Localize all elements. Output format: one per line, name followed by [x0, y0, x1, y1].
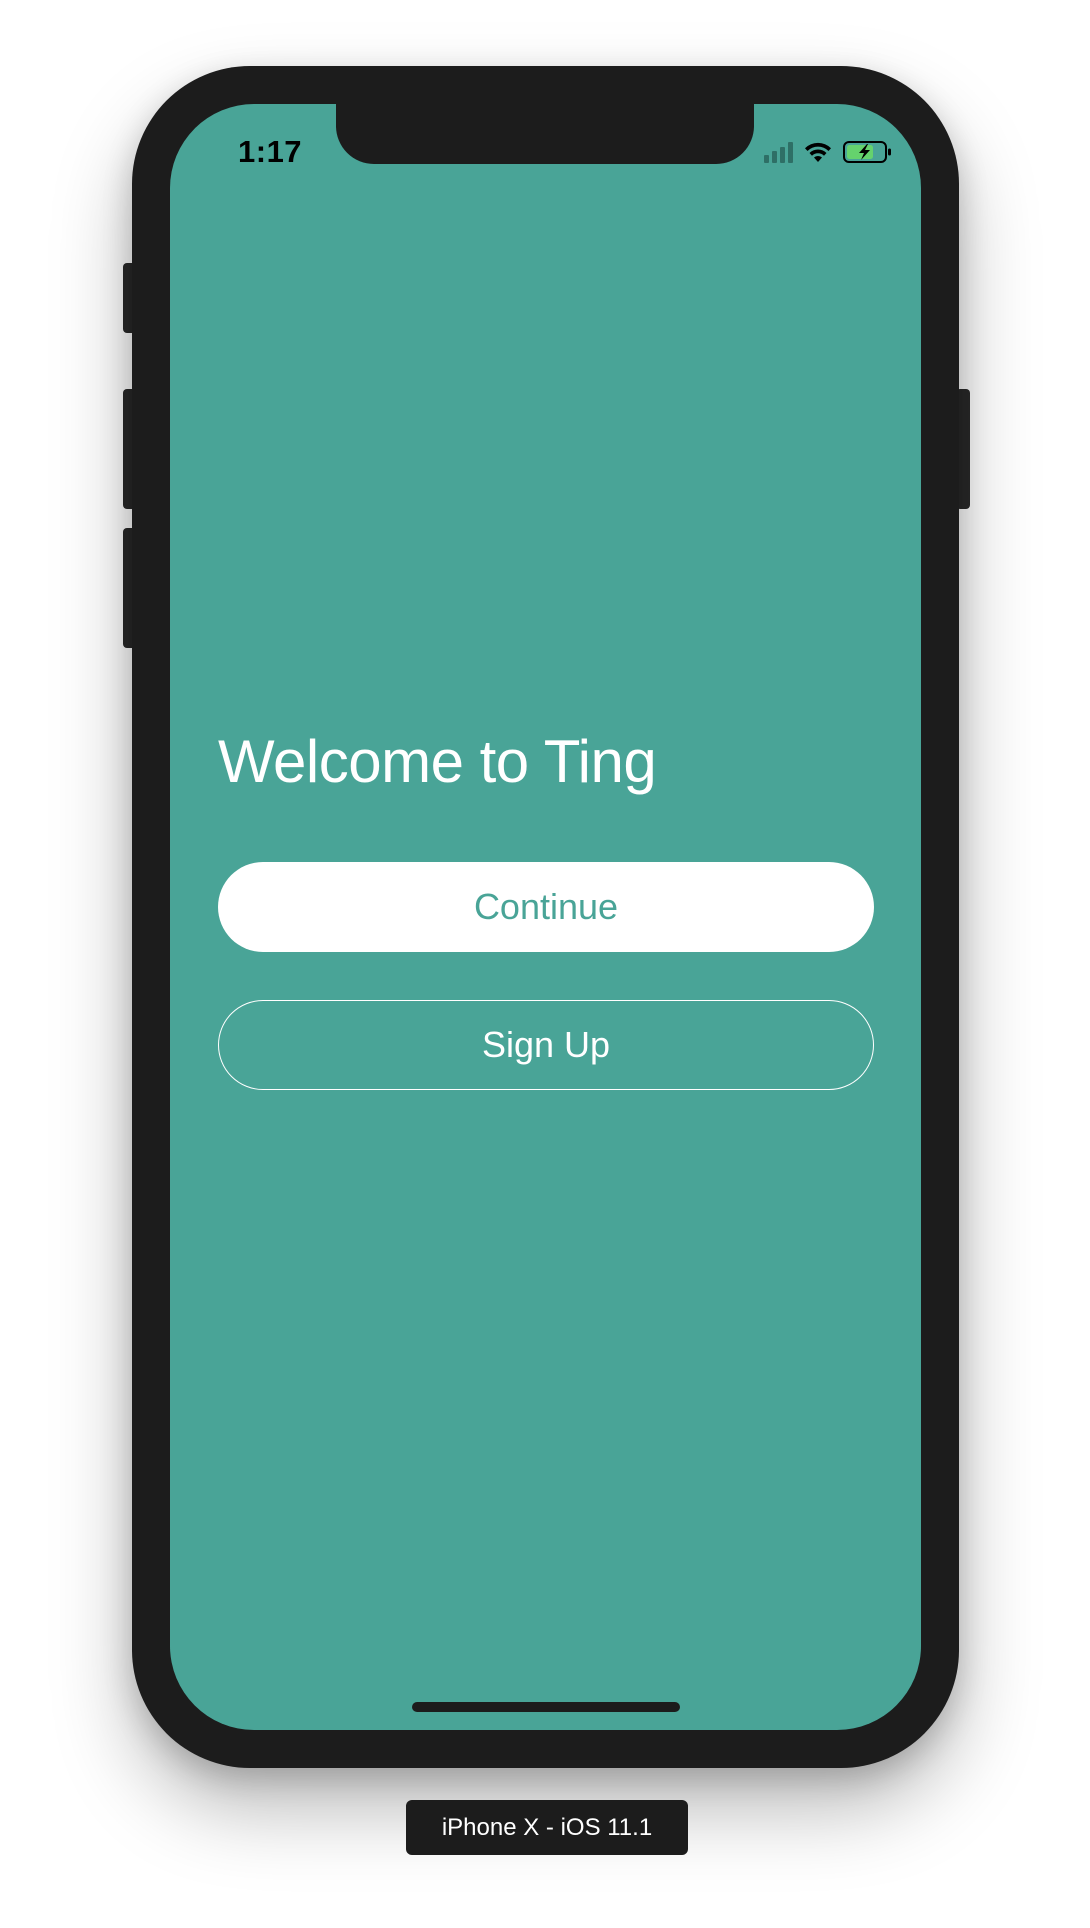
- cellular-signal-icon: [764, 141, 793, 163]
- status-time: 1:17: [238, 134, 303, 169]
- home-indicator[interactable]: [412, 1702, 680, 1712]
- phone-frame: 1:17 Welcome to Ting Continue Sign Up: [132, 66, 959, 1768]
- sign-up-button[interactable]: Sign Up: [218, 1000, 874, 1090]
- app-screen: 1:17 Welcome to Ting Continue Sign Up: [170, 104, 921, 1730]
- wifi-icon: [803, 141, 833, 163]
- continue-button[interactable]: Continue: [218, 862, 874, 952]
- status-indicators: [764, 138, 893, 166]
- battery-charging-icon: [843, 140, 893, 164]
- device-label: iPhone X - iOS 11.1: [406, 1800, 688, 1855]
- welcome-title: Welcome to Ting: [218, 728, 657, 795]
- notch: [336, 104, 754, 164]
- simulator-stage: 1:17 Welcome to Ting Continue Sign Up iP…: [0, 0, 1090, 1928]
